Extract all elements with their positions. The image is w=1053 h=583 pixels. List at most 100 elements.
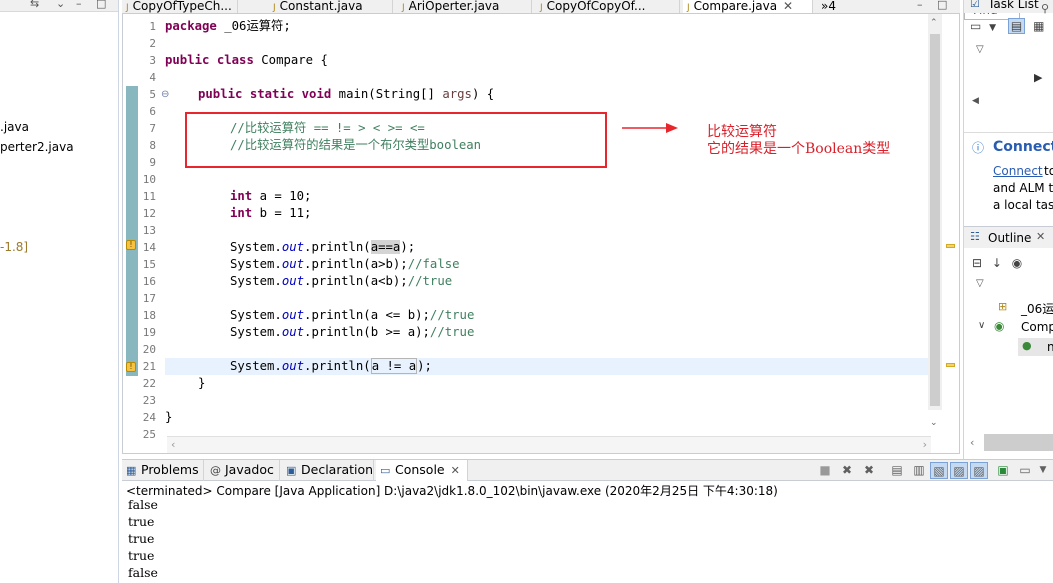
outline-package-item[interactable]: _06运 — [1021, 300, 1053, 317]
tab-copyofcopyof[interactable]: J CopyOfCopyOf... — [536, 0, 680, 13]
bottom-view-tabs: ▦ Problems @ Javadoc ▣ Declaration ▭ Console… — [122, 459, 1053, 481]
code-line-15[interactable]: System.out.println(a>b);//false — [230, 256, 460, 273]
tab-arioperter-java[interactable]: J AriOperter.java — [398, 0, 532, 13]
left-arrow-icon[interactable]: ◀ — [972, 96, 979, 106]
code-line-16[interactable]: System.out.println(a<b);//true — [230, 273, 452, 290]
show-on-stdout-icon[interactable]: ▨ — [950, 462, 968, 479]
code-line-1[interactable]: package _06运算符; — [165, 18, 291, 35]
method-icon: ● — [1022, 339, 1032, 352]
code-text: a <= b); — [370, 308, 430, 322]
code-line-14[interactable]: System.out.println(a==a); — [230, 239, 415, 256]
tab-constant-java[interactable]: J Constant.java — [269, 0, 393, 13]
java-file-icon: J — [687, 3, 690, 13]
scroll-right-icon[interactable]: › — [923, 438, 927, 451]
tab-label: Javadoc — [225, 462, 274, 477]
line-number: 25 — [142, 428, 156, 441]
keyword: void — [301, 87, 332, 101]
line-number: 10 — [142, 173, 156, 186]
horizontal-scrollbar[interactable]: ‹ › — [167, 436, 931, 453]
code-line-19[interactable]: System.out.println(b >= a);//true — [230, 324, 474, 341]
remove-launch-icon[interactable]: ✖ — [838, 462, 856, 479]
tree-item-operter2-file[interactable]: perter2.java — [0, 140, 74, 154]
collapse-all-icon[interactable]: ⊟ — [972, 256, 982, 270]
view-menu-icon[interactable]: ⌄ — [56, 0, 65, 10]
outline-method-item[interactable]: ● n — [1018, 338, 1053, 356]
view-menu-icon[interactable]: ▽ — [976, 278, 984, 289]
categorized-icon[interactable]: ▤ — [1007, 18, 1026, 34]
code-line-11[interactable]: int a = 10; — [230, 188, 311, 205]
maximize-icon[interactable]: □ — [96, 0, 106, 10]
info-icon: ⓘ — [972, 141, 985, 155]
tab-compare-java[interactable]: J Compare.java ✕ — [683, 0, 813, 13]
code-line-5[interactable]: public static void main(String[] args) { — [198, 86, 494, 103]
code-line-24[interactable]: } — [165, 409, 172, 426]
outline-tab[interactable]: Outline — [988, 231, 1031, 245]
tab-copyoftypech[interactable]: J CopyOfTypeCh... — [122, 0, 238, 13]
new-task-icon[interactable]: ▭ — [970, 19, 981, 33]
dropdown-icon[interactable]: ▼ — [989, 23, 996, 33]
connect-text: a local tas — [993, 198, 1053, 212]
close-tab-icon[interactable]: ✕ — [783, 0, 793, 13]
show-on-stderr-icon[interactable]: ▨ — [970, 462, 988, 479]
display-console-icon[interactable]: ▭ — [1016, 462, 1034, 479]
warning-icon[interactable]: ! — [126, 240, 136, 250]
code-line-21[interactable]: System.out.println(a != a); — [230, 358, 432, 375]
close-tab-icon[interactable]: ✕ — [451, 464, 460, 477]
line-number: 5 — [149, 88, 156, 101]
scrollbar-thumb[interactable] — [930, 34, 940, 406]
fold-collapse-icon[interactable]: ⊖ — [161, 89, 169, 100]
play-icon[interactable]: ▶ — [1034, 71, 1042, 84]
warning-marker[interactable] — [946, 244, 955, 248]
console-output[interactable]: false true true true false — [122, 499, 1053, 583]
tab-declaration[interactable]: ▣ Declaration — [282, 460, 374, 481]
remove-all-launches-icon[interactable]: ✖ — [860, 462, 878, 479]
line-number: 23 — [142, 394, 156, 407]
tree-item-java-file[interactable]: .java — [0, 120, 29, 134]
warning-icon[interactable]: ! — [126, 362, 136, 372]
dropdown-icon[interactable]: ▼ — [1034, 462, 1052, 479]
scroll-lock-icon[interactable]: ▥ — [910, 462, 928, 479]
code-line-12[interactable]: int b = 11; — [230, 205, 311, 222]
tab-problems[interactable]: ▦ Problems — [122, 460, 204, 481]
tab-console[interactable]: ▭ Console ✕ — [376, 460, 468, 481]
connect-link[interactable]: Connect — [993, 164, 1043, 178]
changed-lines-marker — [126, 86, 138, 376]
code-line-22[interactable]: } — [198, 375, 205, 392]
hide-fields-icon[interactable]: ◉ — [1012, 256, 1022, 270]
task-list-toolbar: ▭ ▼ ▤ ▦ — [970, 18, 1053, 40]
scroll-left-icon[interactable]: ‹ — [171, 438, 175, 451]
scroll-down-icon[interactable]: ⌄ — [930, 418, 940, 428]
warning-marker[interactable] — [946, 363, 955, 367]
keyword: public — [198, 87, 243, 101]
line-number: 9 — [149, 156, 156, 169]
close-tab-icon[interactable]: ✕ — [1036, 230, 1045, 243]
view-menu-icon[interactable]: ▽ — [976, 44, 984, 55]
maximize-editor-icon[interactable]: □ — [937, 0, 947, 11]
outline-class-item[interactable]: Comp — [1021, 320, 1053, 334]
comment: //true — [429, 325, 475, 339]
outline-horizontal-scrollbar[interactable] — [984, 434, 1053, 451]
line-number: 14 — [142, 241, 156, 254]
task-list-tab[interactable]: Task List — [988, 0, 1039, 11]
minimize-editor-icon[interactable]: – — [917, 0, 923, 11]
sort-icon[interactable]: ↓ — [992, 256, 1002, 270]
tab-javadoc[interactable]: @ Javadoc — [206, 460, 280, 481]
scheduled-icon[interactable]: ▦ — [1033, 19, 1044, 33]
scroll-left-icon[interactable]: ‹ — [970, 436, 974, 449]
vertical-scrollbar[interactable]: ⌃ ⌄ — [928, 14, 942, 428]
terminate-icon[interactable]: ■ — [816, 462, 834, 479]
pin-console-icon[interactable]: ▣ — [994, 462, 1012, 479]
clear-console-icon[interactable]: ▤ — [888, 462, 906, 479]
annotation-arrow — [622, 123, 678, 133]
code-line-3[interactable]: public class Compare { — [165, 52, 328, 69]
link-with-editor-icon[interactable]: ⇆ — [30, 0, 39, 10]
minimize-icon[interactable]: – — [76, 0, 82, 10]
expand-icon[interactable]: ∨ — [978, 320, 985, 331]
tree-item-jre-library[interactable]: -1.8] — [0, 240, 28, 254]
more-tabs-button[interactable]: »4 — [817, 0, 847, 13]
code-editor[interactable]: ! ! 1 2 3 4 5 6 7 8 9 10 11 12 13 14 15 … — [122, 14, 960, 454]
annotation-line: 它的结果是一个Boolean类型 — [707, 141, 891, 157]
scroll-up-icon[interactable]: ⌃ — [930, 18, 940, 28]
word-wrap-icon[interactable]: ▧ — [930, 462, 948, 479]
code-line-18[interactable]: System.out.println(a <= b);//true — [230, 307, 474, 324]
